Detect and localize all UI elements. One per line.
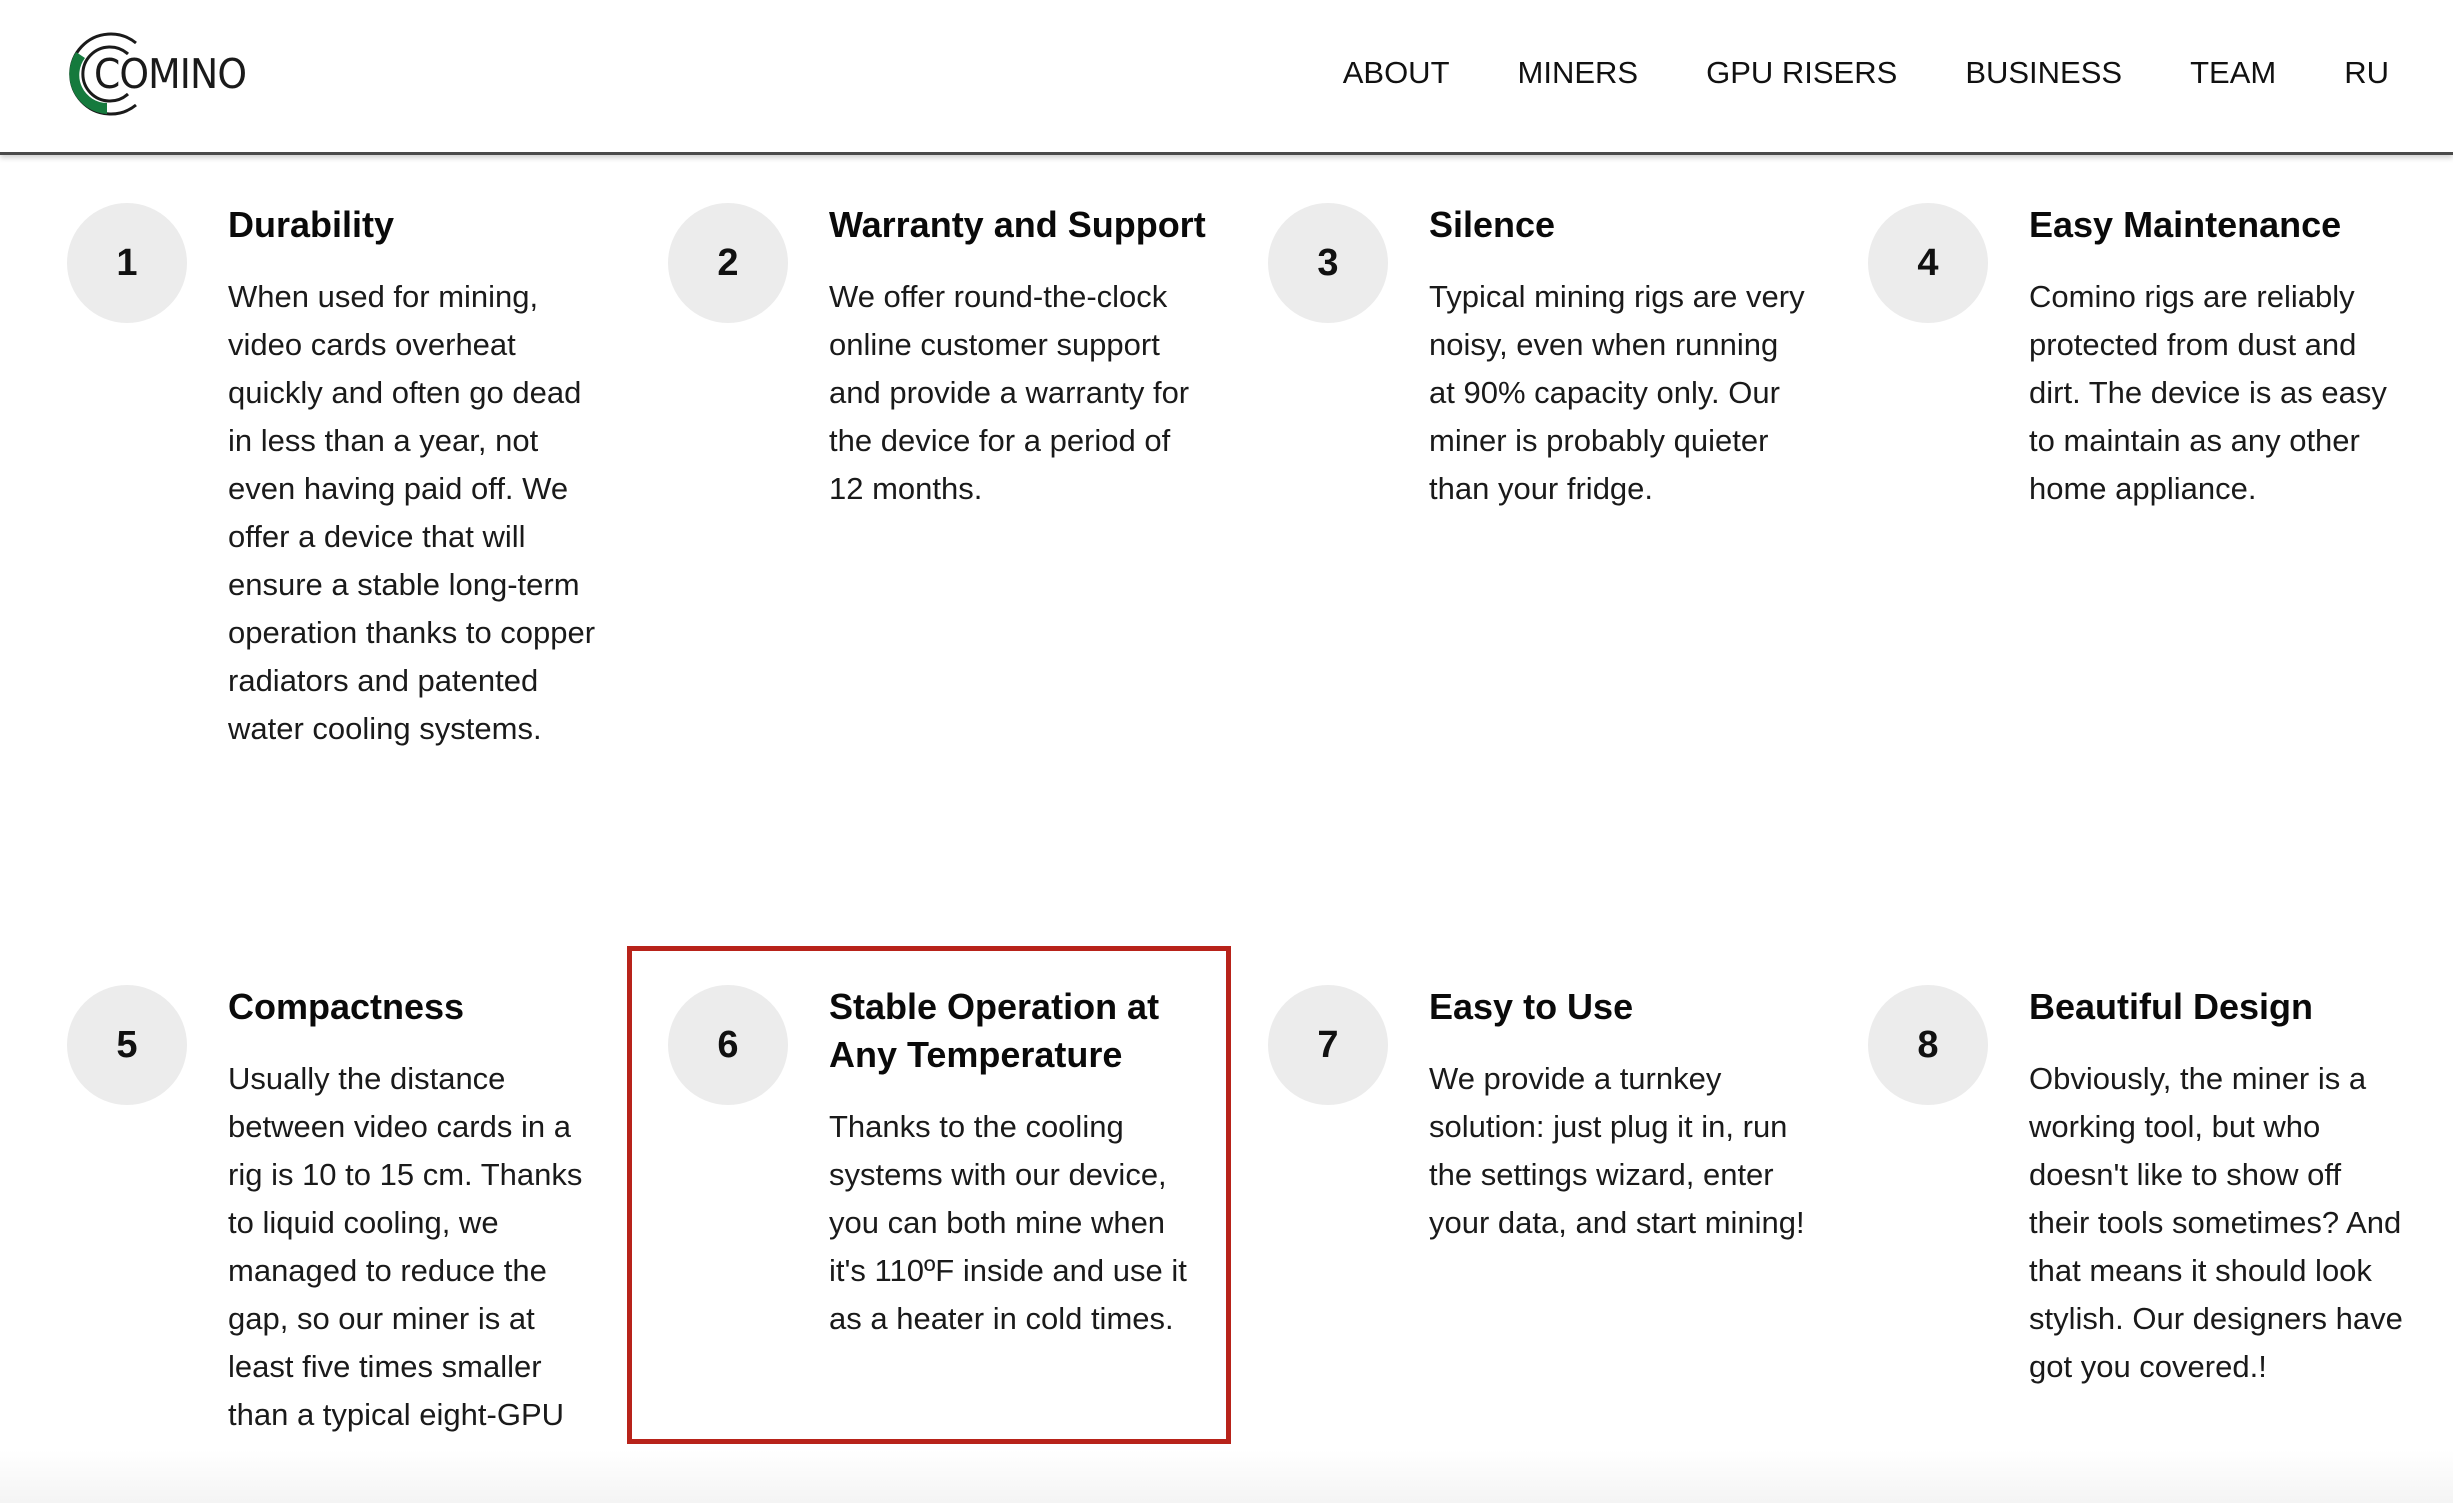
nav-language-ru[interactable]: RU <box>2344 50 2389 96</box>
feature-title: Durability <box>228 204 395 245</box>
feature-title: Stable Operation at Any Temperature <box>829 986 1160 1075</box>
feature-description: Typical mining rigs are very noisy, even… <box>1429 279 1805 506</box>
nav-gpu-risers[interactable]: GPU RISERS <box>1706 50 1897 96</box>
feature-number-badge: 7 <box>1268 985 1388 1105</box>
feature-description: We provide a turnkey solution: just plug… <box>1429 1061 1805 1240</box>
logo-wordmark: COMINO <box>94 50 247 98</box>
nav-team[interactable]: TEAM <box>2190 50 2276 96</box>
feature-title: Beautiful Design <box>2029 986 2314 1027</box>
page-bottom-fade <box>0 1450 2453 1503</box>
comino-logo[interactable]: COMINO <box>66 30 256 118</box>
feature-number-badge: 8 <box>1868 985 1988 1105</box>
feature-number-badge: 3 <box>1268 203 1388 323</box>
feature-title: Compactness <box>228 986 465 1027</box>
feature-title: Silence <box>1429 204 1556 245</box>
feature-description: Thanks to the cooling systems with our d… <box>829 1109 1187 1336</box>
feature-number-badge: 1 <box>67 203 187 323</box>
feature-description: Obviously, the miner is a working tool, … <box>2029 1061 2403 1384</box>
feature-title: Easy to Use <box>1429 986 1634 1027</box>
feature-description: Comino rigs are reliably protected from … <box>2029 279 2387 506</box>
feature-description: When used for mining, video cards overhe… <box>228 279 596 746</box>
feature-description: Usually the distance between video cards… <box>228 1061 583 1480</box>
nav-business[interactable]: BUSINESS <box>1965 50 2122 96</box>
feature-description: We offer round-the-clock online customer… <box>829 279 1190 506</box>
nav-about[interactable]: ABOUT <box>1343 50 1450 96</box>
nav-miners[interactable]: MINERS <box>1518 50 1639 96</box>
feature-number-badge: 5 <box>67 985 187 1105</box>
feature-number-badge: 2 <box>668 203 788 323</box>
site-header: COMINO ABOUT MINERS GPU RISERS BUSINESS … <box>0 0 2453 155</box>
feature-title: Warranty and Support <box>829 204 1206 245</box>
feature-number-badge: 4 <box>1868 203 1988 323</box>
feature-number-badge: 6 <box>668 985 788 1105</box>
feature-title: Easy Maintenance <box>2029 204 2342 245</box>
main-nav: ABOUT MINERS GPU RISERS BUSINESS TEAM RU <box>1275 50 2389 96</box>
